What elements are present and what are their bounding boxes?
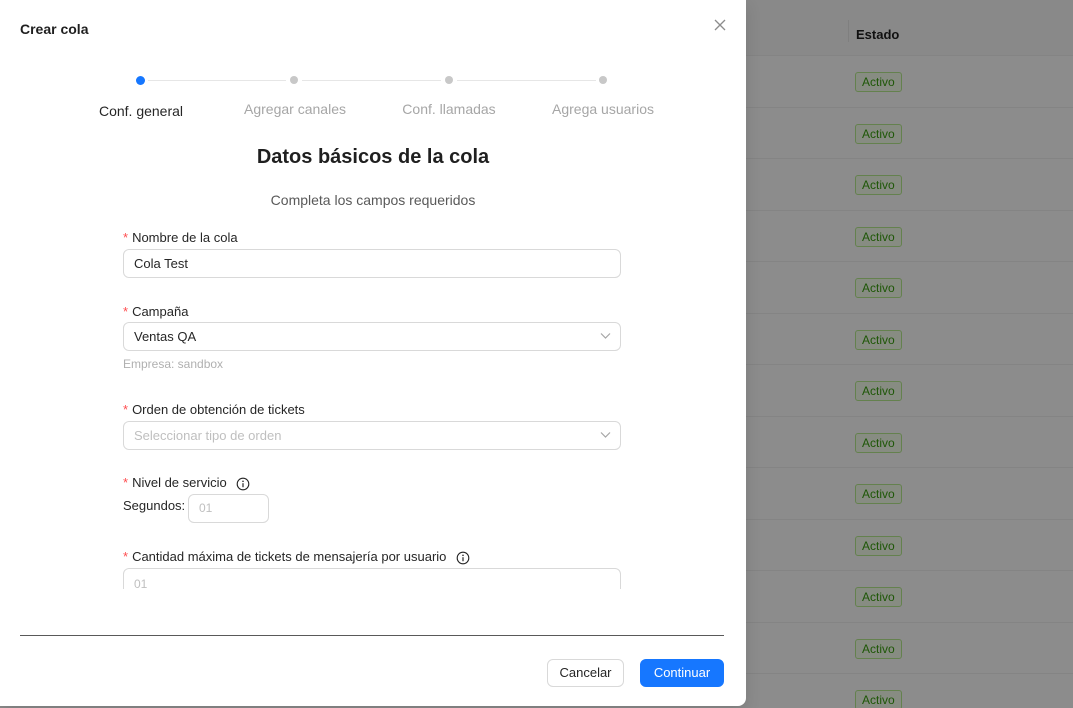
ticket-order-select[interactable]: Seleccionar tipo de orden bbox=[123, 421, 621, 450]
seconds-label: Segundos: bbox=[123, 498, 186, 513]
chevron-down-icon bbox=[600, 333, 611, 339]
seconds-input[interactable]: 01 bbox=[188, 494, 269, 523]
campaign-select-value: Ventas QA bbox=[134, 329, 197, 344]
steps-progress: Conf. general Agregar canales Conf. llam… bbox=[0, 70, 746, 120]
step-connector bbox=[457, 80, 596, 81]
footer-divider bbox=[20, 635, 724, 636]
max-tickets-input[interactable]: 01 bbox=[123, 568, 621, 589]
queue-name-label: * Nombre de la cola bbox=[123, 230, 238, 245]
step-dot-4 bbox=[599, 76, 607, 84]
modal-title: Crear cola bbox=[20, 21, 89, 37]
form-scroll-area[interactable]: * Nombre de la cola Cola Test * Campaña Ve… bbox=[123, 225, 621, 589]
required-mark: * bbox=[123, 402, 129, 417]
form-subtitle: Completa los campos requeridos bbox=[270, 192, 476, 208]
step-label-agrega-usuarios[interactable]: Agrega usuarios bbox=[552, 101, 654, 117]
info-icon[interactable] bbox=[456, 551, 470, 565]
campaign-label-text: Campaña bbox=[132, 304, 189, 319]
service-level-label: * Nivel de servicio bbox=[123, 475, 250, 491]
campaign-hint: Empresa: sandbox bbox=[123, 357, 224, 371]
required-mark: * bbox=[123, 230, 129, 245]
required-mark: * bbox=[123, 549, 129, 564]
step-dot-3 bbox=[445, 76, 453, 84]
form-title: Datos básicos de la cola bbox=[256, 146, 490, 168]
step-dot-1 bbox=[136, 76, 145, 85]
continue-button[interactable]: Continuar bbox=[640, 659, 724, 687]
step-label-agregar-canales[interactable]: Agregar canales bbox=[244, 101, 346, 117]
campaign-label: * Campaña bbox=[123, 304, 188, 319]
max-tickets-label-text: Cantidad máxima de tickets de mensajería… bbox=[132, 549, 447, 564]
service-level-label-text: Nivel de servicio bbox=[132, 475, 227, 490]
queue-name-label-text: Nombre de la cola bbox=[132, 230, 238, 245]
step-dot-2 bbox=[290, 76, 298, 84]
required-mark: * bbox=[123, 304, 129, 319]
step-connector bbox=[148, 80, 286, 81]
chevron-down-icon bbox=[600, 432, 611, 438]
queue-name-input[interactable]: Cola Test bbox=[123, 249, 621, 278]
ticket-order-label-text: Orden de obtención de tickets bbox=[132, 402, 305, 417]
step-label-conf-general[interactable]: Conf. general bbox=[99, 103, 183, 119]
cancel-button[interactable]: Cancelar bbox=[547, 659, 624, 687]
step-connector bbox=[302, 80, 441, 81]
step-label-conf-llamadas[interactable]: Conf. llamadas bbox=[402, 101, 495, 117]
max-tickets-label: * Cantidad máxima de tickets de mensajerí… bbox=[123, 549, 470, 565]
ticket-order-placeholder: Seleccionar tipo de orden bbox=[134, 428, 282, 443]
create-queue-modal: Crear cola Conf. general Agregar canales… bbox=[0, 0, 746, 706]
close-icon[interactable] bbox=[710, 15, 730, 35]
campaign-select[interactable]: Ventas QA bbox=[123, 322, 621, 351]
info-icon[interactable] bbox=[236, 477, 250, 491]
required-mark: * bbox=[123, 475, 129, 490]
ticket-order-label: * Orden de obtención de tickets bbox=[123, 402, 305, 417]
